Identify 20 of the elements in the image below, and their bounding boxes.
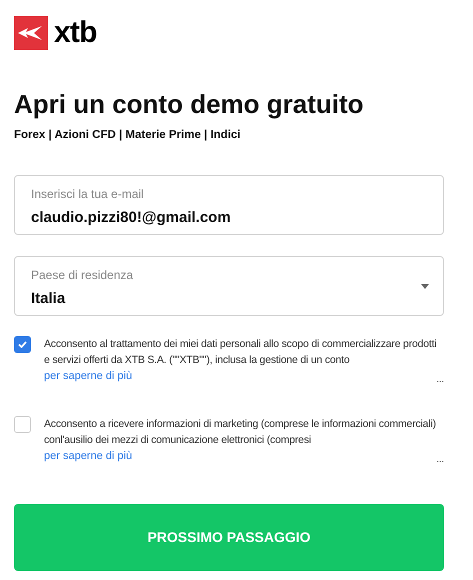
more-ellipsis[interactable]: ... xyxy=(436,454,444,464)
consent-text: Acconsento al trattamento dei miei dati personali allo scopo di commercializzare prodotti e servizi offerti da XTB S.A. (""XTB""), inclusa la gestione di un conto xyxy=(44,336,438,368)
field-label: Paese di residenza xyxy=(31,266,134,284)
field-label: Inserisci la tua e-mail xyxy=(31,186,144,203)
learn-more-link[interactable]: per saperne di più xyxy=(44,448,132,464)
page-title: Apri un conto demo gratuito xyxy=(14,88,365,120)
logo-text: xtb xyxy=(54,18,97,48)
email-field[interactable]: Inserisci la tua e-mail claudio.pizzi80!@gmail.com xyxy=(14,174,444,235)
checkbox[interactable] xyxy=(14,416,31,433)
country-select[interactable]: Paese di residenza Italia xyxy=(14,256,444,316)
check-icon xyxy=(18,340,27,348)
logo-icon xyxy=(14,16,48,50)
field-value: claudio.pizzi80!@gmail.com xyxy=(31,208,231,228)
dropdown-caret-icon xyxy=(421,284,429,289)
subtitle: Forex | Azioni CFD | Materie Prime | Indici xyxy=(14,128,242,142)
field-value: Italia xyxy=(31,288,66,309)
checkbox[interactable] xyxy=(14,336,31,353)
more-ellipsis[interactable]: ... xyxy=(436,374,444,384)
learn-more-link[interactable]: per saperne di più xyxy=(44,368,132,384)
consent-text: Acconsento a ricevere informazioni di marketing (comprese le informazioni commerciali) conl'ausilio dei mezzi di comunicazione elettronici (compresi xyxy=(44,416,437,448)
